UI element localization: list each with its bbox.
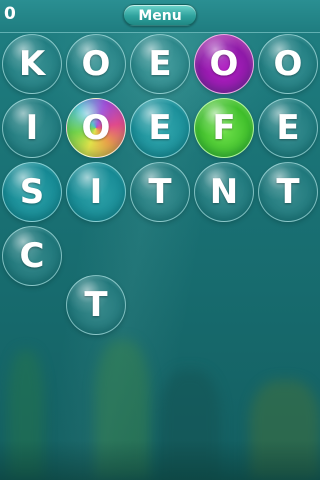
letter-bubble[interactable]: E <box>258 98 318 158</box>
letter-bubble[interactable]: F <box>194 98 254 158</box>
score-display: 0 <box>4 4 16 24</box>
letter-bubble[interactable]: O <box>66 34 126 94</box>
letter-bubble[interactable]: K <box>2 34 62 94</box>
letter-bubble[interactable]: O <box>194 34 254 94</box>
letter-bubble[interactable]: C <box>2 226 62 286</box>
menu-button[interactable]: Menu <box>123 4 197 26</box>
letter-bubble[interactable]: I <box>2 98 62 158</box>
letter-bubble[interactable]: O <box>258 34 318 94</box>
letter-bubble[interactable]: N <box>194 162 254 222</box>
letter-bubble[interactable]: E <box>130 98 190 158</box>
letter-bubble[interactable]: T <box>66 275 126 335</box>
letter-bubble[interactable]: E <box>130 34 190 94</box>
top-bar: 0 Menu <box>0 0 320 33</box>
letter-bubble[interactable]: T <box>130 162 190 222</box>
letter-bubble[interactable]: T <box>258 162 318 222</box>
letter-bubble[interactable]: O <box>66 98 126 158</box>
letter-bubble[interactable]: I <box>66 162 126 222</box>
bubble-board: K O E O O I O E F E S I T N T C T <box>0 0 320 480</box>
letter-bubble[interactable]: S <box>2 162 62 222</box>
